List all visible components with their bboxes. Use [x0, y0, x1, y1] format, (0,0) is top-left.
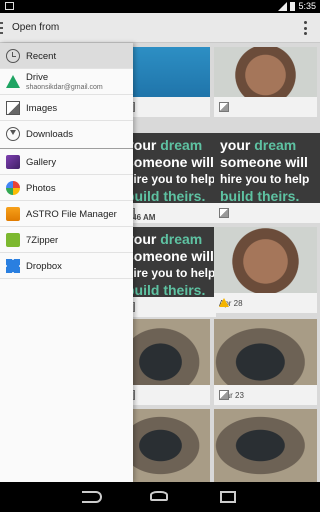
image-type-icon	[219, 208, 229, 218]
signal-icon	[278, 1, 288, 11]
image-type-icon	[219, 390, 229, 400]
drawer-item-label: Drive	[26, 72, 49, 83]
status-bar: 5:35	[0, 0, 320, 13]
dropbox-icon	[6, 259, 20, 273]
quote-text: someone will	[220, 154, 308, 170]
battery-icon	[290, 1, 296, 11]
drawer-item-dropbox[interactable]: Dropbox	[0, 253, 133, 279]
quote-text: theirs.	[163, 188, 206, 204]
drawer-item-photos[interactable]: Photos	[0, 175, 133, 201]
system-nav-bar	[0, 482, 320, 512]
drawer-item-gallery[interactable]: Gallery	[0, 149, 133, 175]
drive-small-icon	[219, 298, 229, 307]
status-time: 5:35	[298, 1, 316, 11]
drive-icon	[6, 75, 20, 88]
drawer-item-7zipper[interactable]: 7Zipper	[0, 227, 133, 253]
drawer-item-label: Images	[26, 103, 58, 114]
drawer-item-label: Downloads	[26, 129, 73, 140]
grid-tile[interactable]	[120, 47, 210, 117]
drawer-item-label: ASTRO File Manager	[26, 209, 117, 220]
page-title: Open from	[12, 22, 60, 33]
grid-tile[interactable]: your dream someone will hire you to help…	[120, 227, 216, 317]
grid-tile[interactable]	[214, 409, 317, 482]
drawer-item-label: Photos	[26, 183, 56, 194]
quote-text: dream	[160, 137, 203, 153]
grid-tile[interactable]: Mar 23	[214, 319, 317, 405]
status-icons: 5:35	[278, 1, 316, 11]
account-email: shaonsikdar@gmail.com	[26, 84, 103, 91]
quote-text: theirs.	[163, 282, 206, 298]
grid-tile[interactable]: Apr 28	[214, 227, 317, 313]
drawer-toggle-icon[interactable]	[0, 22, 3, 34]
action-bar: Open from	[0, 13, 320, 43]
7zipper-icon	[6, 233, 20, 247]
recent-apps-icon[interactable]	[220, 491, 236, 503]
quote-text: dream	[254, 137, 297, 153]
home-icon[interactable]	[150, 491, 168, 501]
downloads-icon	[6, 127, 20, 141]
image-type-icon	[219, 102, 229, 112]
quote-text: build	[220, 188, 254, 204]
quote-text: someone will	[126, 154, 214, 170]
drawer-item-astro[interactable]: ASTRO File Manager	[0, 201, 133, 227]
drawer-item-images[interactable]: Images	[0, 95, 133, 121]
navigation-drawer: Recent Drive shaonsikdar@gmail.com Image…	[0, 43, 133, 482]
quote-text: theirs.	[257, 188, 300, 204]
drawer-item-recent[interactable]: Recent	[0, 43, 133, 69]
quote-text: someone will	[126, 248, 214, 264]
quote-text: hire you to help	[220, 172, 310, 186]
overflow-menu-icon[interactable]	[304, 21, 308, 35]
drawer-item-label: Gallery	[26, 157, 57, 168]
quote-text: dream	[160, 231, 203, 247]
grid-tile[interactable]	[120, 409, 210, 482]
notification-icon	[5, 2, 14, 10]
grid-tile[interactable]	[120, 319, 210, 405]
back-icon[interactable]	[82, 491, 102, 503]
drawer-item-downloads[interactable]: Downloads	[0, 121, 133, 147]
drawer-item-drive[interactable]: Drive shaonsikdar@gmail.com	[0, 69, 133, 95]
grid-tile[interactable]: your dream someone will hire you to help…	[214, 133, 320, 223]
grid-tile[interactable]	[214, 47, 317, 117]
clock-icon	[6, 49, 20, 63]
quote-text: your	[220, 137, 251, 153]
drawer-item-label: 7Zipper	[26, 235, 59, 246]
quote-text: hire you to help	[126, 266, 216, 280]
gallery-icon	[6, 155, 20, 169]
drawer-item-label: Dropbox	[26, 261, 62, 272]
photos-icon	[6, 181, 20, 195]
quote-text: hire you to help	[126, 172, 216, 186]
grid-tile[interactable]: your dream someone will hire you to help…	[120, 133, 216, 223]
astro-icon	[6, 207, 20, 221]
drawer-item-label: Recent	[26, 51, 57, 62]
images-icon	[6, 101, 20, 115]
